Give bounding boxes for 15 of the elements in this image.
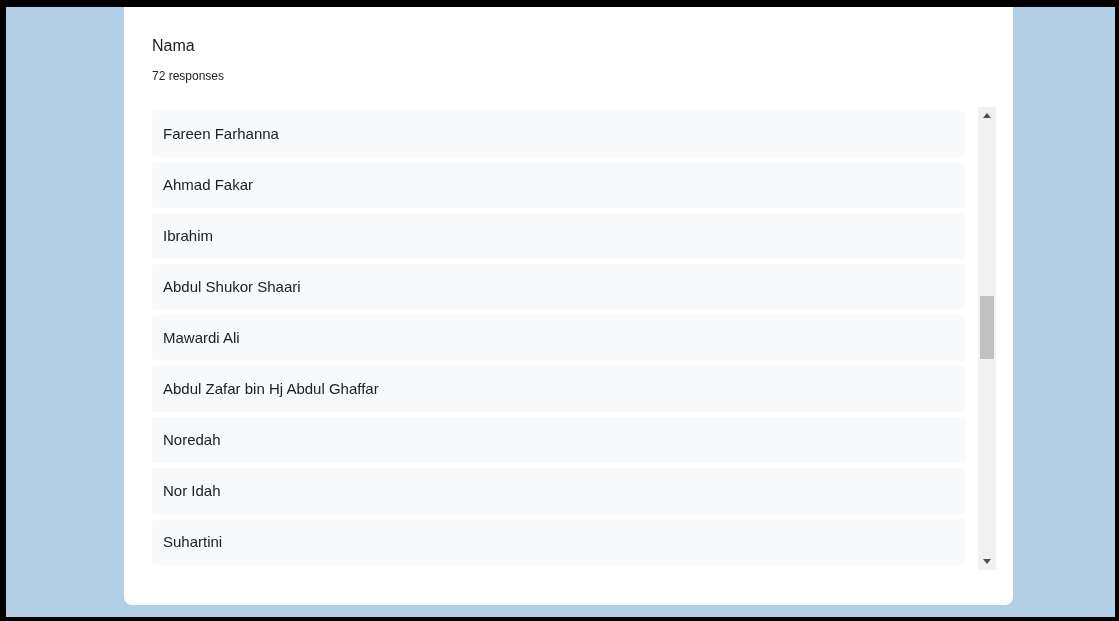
scroll-up-icon[interactable] [983,113,991,118]
scrollbar-thumb[interactable] [980,296,994,359]
response-item: Abdul Zafar bin Hj Abdul Ghaffar [152,366,965,412]
response-item: Abdul Shukor Shaari [152,264,965,310]
scroll-down-icon[interactable] [983,559,991,564]
scrollbar[interactable] [978,107,996,570]
response-item: Ahmad Fakar [152,162,965,208]
response-item: Suhartini [152,519,965,565]
question-title: Nama [152,37,195,55]
response-item: Fareen Farhanna [152,111,965,157]
response-item: Mawardi Ali [152,315,965,361]
response-count: 72 responses [152,69,225,83]
response-item: Ibrahim [152,213,965,259]
response-item: Noredah [152,417,965,463]
response-item: Nor Idah [152,468,965,514]
